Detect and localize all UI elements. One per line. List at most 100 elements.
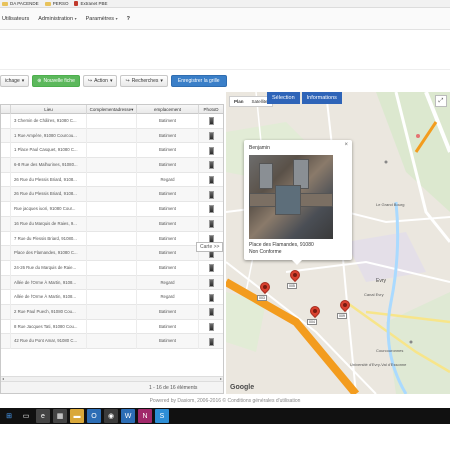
nav-administration[interactable]: Administration ▾ <box>38 16 76 22</box>
enregistrer-grille-button[interactable]: Enregistrer la grille <box>170 75 227 87</box>
bookmark-da-pacende[interactable]: DA PACENDE <box>2 1 39 6</box>
row-select-cell[interactable] <box>1 172 11 188</box>
cell-photo[interactable] <box>199 290 223 305</box>
table-row[interactable]: 16 Rue du Marquis de Raies, 9... Batiment <box>1 216 223 232</box>
cell-photo[interactable] <box>199 320 223 335</box>
cell-photo[interactable] <box>199 305 223 320</box>
table-row[interactable]: 2 Rue Paul Puech, 91080 Cou... Batiment <box>1 304 223 320</box>
photo-thumbnail[interactable] <box>208 264 214 273</box>
photo-thumbnail[interactable] <box>208 322 214 331</box>
photo-thumbnail[interactable] <box>208 161 214 170</box>
action-button[interactable]: ↪ Action ▾ <box>82 75 118 87</box>
table-row[interactable]: Allée de l'Orme À Martin, 9108... Regard <box>1 275 223 291</box>
table-row[interactable]: 1 Rue Ampère, 91080 Courcou... Batiment <box>1 128 223 144</box>
windows-start-icon[interactable]: ⊞ <box>2 409 16 423</box>
header-photo[interactable]: PhotoD <box>199 105 223 114</box>
cell-photo[interactable] <box>199 114 223 129</box>
cell-photo[interactable] <box>199 129 223 144</box>
skype-icon[interactable]: S <box>155 409 169 423</box>
nav-parametres[interactable]: Paramètres ▾ <box>86 16 118 22</box>
row-select-cell[interactable] <box>1 231 11 247</box>
photo-thumbnail[interactable] <box>208 117 214 126</box>
header-emplacement[interactable]: emplacement <box>137 105 199 114</box>
recherches-button[interactable]: ↪ Recherches ▾ <box>120 75 168 87</box>
table-row[interactable]: Allée de l'Orme À Martin, 9108... Regard <box>1 290 223 305</box>
row-select-cell[interactable] <box>1 216 11 232</box>
map-type-plan[interactable]: Plan <box>230 97 248 106</box>
row-select-cell[interactable] <box>1 319 11 335</box>
header-select[interactable] <box>1 105 11 114</box>
cell-photo[interactable] <box>199 202 223 217</box>
help-link[interactable]: ? <box>127 16 130 22</box>
cell-photo[interactable] <box>199 261 223 276</box>
infowindow-photo[interactable] <box>249 155 333 239</box>
row-select-cell[interactable] <box>1 128 11 144</box>
map-panel[interactable]: Plan Satellite Sélection Informations ⤢ … <box>226 92 450 394</box>
bookmark-extranet[interactable]: Extranet PBE <box>74 1 107 6</box>
nouvelle-fiche-button[interactable]: ⊕ Nouvelle fiche <box>32 75 80 87</box>
task-view-icon[interactable]: ▭ <box>19 409 33 423</box>
edge-icon[interactable]: e <box>36 409 50 423</box>
word-icon[interactable]: W <box>121 409 135 423</box>
row-select-cell[interactable] <box>1 304 11 320</box>
row-select-cell[interactable] <box>1 275 11 291</box>
row-select-cell[interactable] <box>1 202 11 217</box>
photo-thumbnail[interactable] <box>208 220 214 229</box>
chrome-icon[interactable]: ◉ <box>104 409 118 423</box>
photo-thumbnail[interactable] <box>208 278 214 287</box>
onenote-icon[interactable]: N <box>138 409 152 423</box>
row-select-cell[interactable] <box>1 187 11 203</box>
tab-informations[interactable]: Informations <box>301 92 342 104</box>
photo-thumbnail[interactable] <box>208 205 214 214</box>
affichage-button[interactable]: ichage ▾ <box>0 75 30 87</box>
photo-thumbnail[interactable] <box>208 146 214 155</box>
table-row[interactable]: 7 Rue du Plessis Briard, 91080... Batimen… <box>1 231 223 247</box>
photo-thumbnail[interactable] <box>208 190 214 199</box>
cell-photo[interactable] <box>199 158 223 173</box>
photo-thumbnail[interactable] <box>208 132 214 141</box>
cell-photo[interactable] <box>199 276 223 291</box>
table-row[interactable]: 3 Chemin de Châlres, 91080 C... Batiment <box>1 114 223 129</box>
photo-thumbnail[interactable] <box>208 308 214 317</box>
file-explorer-icon[interactable]: ▬ <box>70 409 84 423</box>
table-row[interactable]: 26 Rue du Plessis Briard, 9108... Regard <box>1 172 223 188</box>
photo-thumbnail[interactable] <box>208 176 214 185</box>
cell-photo[interactable] <box>199 173 223 188</box>
outlook-icon[interactable]: O <box>87 409 101 423</box>
table-row[interactable]: 42 Rue du Pont Amar, 91080 C... Batiment <box>1 334 223 349</box>
header-complement[interactable]: Complementadresse▾ <box>87 105 137 114</box>
cell-photo[interactable] <box>199 187 223 202</box>
row-select-cell[interactable] <box>1 246 11 261</box>
map-marker[interactable]: 004 <box>307 303 323 325</box>
table-row[interactable]: 24-26 Rue du Marquis de Raie... Batiment <box>1 260 223 276</box>
row-select-cell[interactable] <box>1 143 11 159</box>
row-select-cell[interactable] <box>1 158 11 173</box>
map-marker[interactable]: 003 <box>257 279 273 301</box>
row-select-cell[interactable] <box>1 260 11 276</box>
table-row[interactable]: Rue jacques iuori, 91080 Cour... Batiment <box>1 202 223 217</box>
map-marker[interactable]: 005 <box>287 267 303 289</box>
cell-photo[interactable] <box>199 143 223 158</box>
row-select-cell[interactable] <box>1 290 11 305</box>
fullscreen-icon[interactable]: ⤢ <box>435 95 447 107</box>
cell-photo[interactable] <box>199 334 223 349</box>
row-select-cell[interactable] <box>1 114 11 129</box>
table-row[interactable]: 26 Rue du Plessis Briard, 9108... Batimen… <box>1 187 223 203</box>
map-marker[interactable]: 009 <box>337 297 353 319</box>
bookmark-perso[interactable]: PERSO <box>44 1 68 6</box>
header-lieu[interactable]: Lieu <box>11 105 87 114</box>
table-row[interactable]: 8 Rue Jacques Tati, 91080 Cou... Batiment <box>1 319 223 335</box>
photo-thumbnail[interactable] <box>208 337 214 346</box>
store-icon[interactable]: ▦ <box>53 409 67 423</box>
close-icon[interactable]: × <box>344 142 348 148</box>
row-select-cell[interactable] <box>1 334 11 349</box>
cell-emplacement: Batiment <box>137 304 199 320</box>
table-row[interactable]: 1 Place Paul Casquet, 91080 C... Batiment <box>1 143 223 159</box>
table-row[interactable]: 6-8 Rue des Malhurines, 91080... Batiment <box>1 158 223 173</box>
table-row[interactable]: Place des Flamandes, 91080 C... Batiment <box>1 246 223 261</box>
nav-utilisateurs[interactable]: Utilisateurs <box>2 16 29 22</box>
cell-photo[interactable] <box>199 217 223 232</box>
carte-toggle-button[interactable]: Carte >> <box>196 242 224 252</box>
tab-selection[interactable]: Sélection <box>267 92 300 104</box>
photo-thumbnail[interactable] <box>208 293 214 302</box>
